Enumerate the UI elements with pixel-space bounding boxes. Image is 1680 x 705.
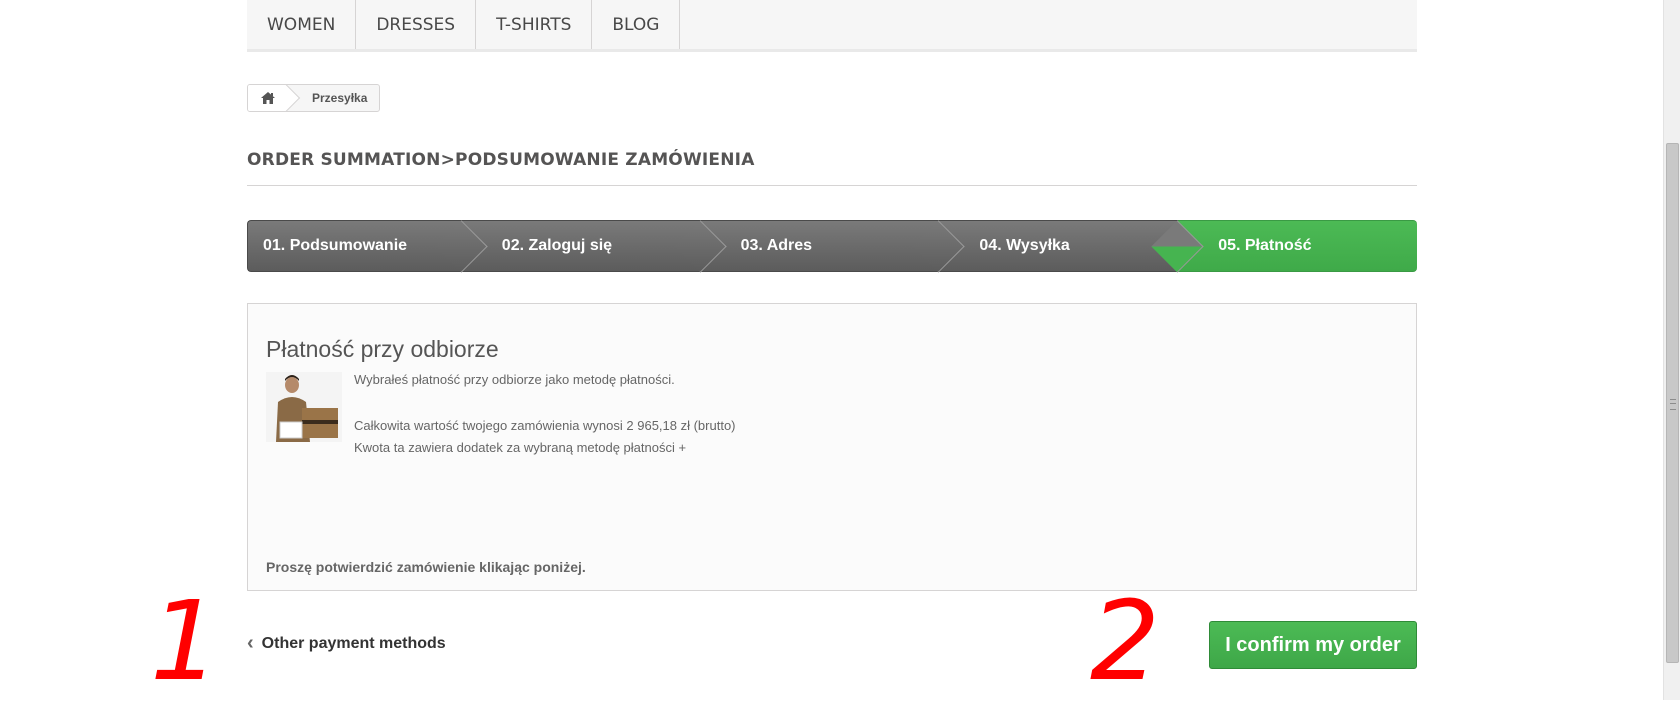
payment-method-title: Płatność przy odbiorze [266, 336, 499, 362]
confirm-instruction: Proszę potwierdzić zamówienie klikając p… [266, 559, 586, 575]
step-label: 02. Zaloguj się [501, 237, 613, 254]
step-label: 03. Adres [740, 237, 813, 254]
nav-item-women[interactable]: WOMEN [247, 0, 357, 49]
other-payment-methods-link[interactable]: ‹ Other payment methods [247, 632, 446, 655]
scrollbar-thumb[interactable] [1666, 143, 1679, 663]
payment-summary-box: Płatność przy odbiorze Wybrałeś płatność… [247, 303, 1417, 591]
home-icon [261, 92, 275, 104]
chevron-left-icon: ‹ [247, 632, 254, 654]
breadcrumb-current: Przesyłka [312, 91, 368, 105]
page-title: ORDER SUMMATION>PODSUMOWANIE ZAMÓWIENIA [247, 150, 1417, 186]
vertical-scrollbar[interactable] [1663, 0, 1680, 700]
step-label: 05. Płatność [1218, 237, 1312, 254]
checkout-steps: 01. Podsumowanie 02. Zaloguj się 03. Adr… [247, 220, 1417, 273]
payment-info-line: Wybrałeś płatność przy odbiorze jako met… [354, 372, 675, 387]
breadcrumb: Przesyłka [247, 84, 381, 112]
courier-illustration [266, 372, 342, 442]
top-navigation: WOMEN DRESSES T-SHIRTS BLOG [247, 0, 1417, 52]
order-total-line: Całkowita wartość twojego zamówienia wyn… [354, 418, 736, 433]
annotation-number-2: 2 [1090, 577, 1160, 705]
other-payment-label: Other payment methods [261, 634, 446, 652]
step-label: 01. Podsumowanie [263, 237, 408, 254]
grip-icon [1670, 399, 1676, 410]
step-address: 03. Adres [700, 220, 966, 273]
nav-item-t-shirts[interactable]: T-SHIRTS [476, 0, 593, 49]
step-login: 02. Zaloguj się [461, 220, 727, 273]
step-shipping: 04. Wysyłka [939, 220, 1204, 273]
courier-image [266, 372, 342, 442]
step-summary: 01. Podsumowanie [247, 220, 488, 273]
confirm-order-button[interactable]: I confirm my order [1209, 621, 1417, 669]
breadcrumb-home[interactable] [248, 85, 288, 111]
step-payment: 05. Płatność [1178, 220, 1417, 272]
step-label: 04. Wysyłka [979, 237, 1070, 254]
nav-item-blog[interactable]: BLOG [592, 0, 681, 49]
nav-item-dresses[interactable]: DRESSES [356, 0, 477, 49]
fee-info-line: Kwota ta zawiera dodatek za wybraną meto… [354, 440, 687, 455]
annotation-number-1: 1 [150, 577, 220, 705]
